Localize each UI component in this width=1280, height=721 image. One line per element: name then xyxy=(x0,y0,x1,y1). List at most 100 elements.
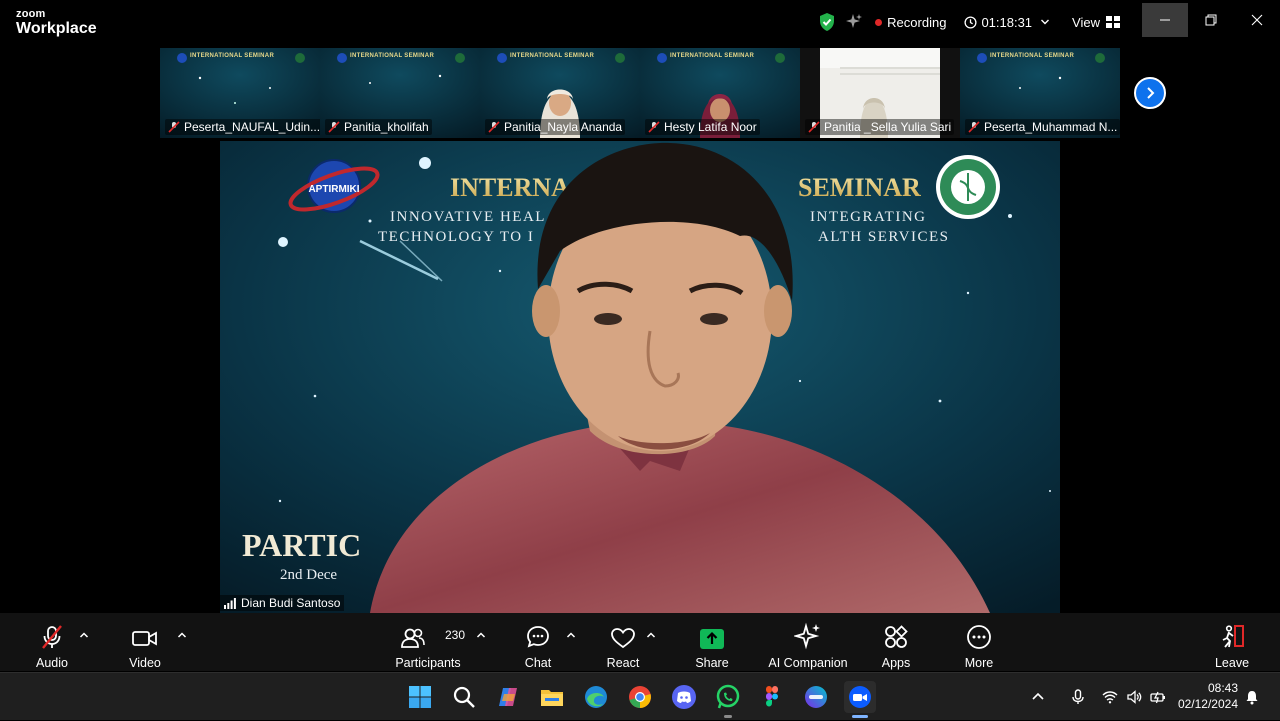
copilot-icon xyxy=(499,688,517,706)
participant-thumbnail[interactable]: Panitia _Sella Yulia Sari xyxy=(800,48,960,138)
participants-button[interactable]: Participants xyxy=(392,613,464,671)
ai-sparkle-icon[interactable] xyxy=(845,13,863,31)
notification-bell-icon[interactable] xyxy=(1244,689,1260,705)
speaker-video-frame: APTIRMIKI INTERNA SEMINAR INNOVATIVE HEA… xyxy=(220,141,1060,613)
volume-icon[interactable] xyxy=(1126,689,1142,705)
close-window-button[interactable] xyxy=(1234,3,1280,37)
participant-thumbnail[interactable]: INTERNATIONAL SEMINAR Panitia_Nayla Anan… xyxy=(480,48,640,138)
active-speaker-video[interactable]: APTIRMIKI INTERNA SEMINAR INNOVATIVE HEA… xyxy=(220,141,1060,613)
taskbar-clock[interactable]: 08:43 02/12/2024 xyxy=(1170,680,1238,712)
minimize-button[interactable] xyxy=(1142,3,1188,37)
logo-brand-top: zoom xyxy=(16,8,46,20)
thumbnail-banner: INTERNATIONAL SEMINAR xyxy=(510,53,595,59)
apps-icon xyxy=(885,625,908,648)
zoom-active-indicator xyxy=(852,715,868,718)
participant-name-tag: Hesty Latifa Noor xyxy=(645,119,760,135)
heart-react-icon xyxy=(611,628,635,649)
chat-button[interactable]: Chat xyxy=(518,613,558,671)
taskbar-edge[interactable] xyxy=(580,681,612,713)
react-button[interactable]: React xyxy=(603,613,643,671)
ai-sparkle-icon xyxy=(794,622,820,650)
share-label: Share xyxy=(695,656,729,670)
apps-button[interactable]: Apps xyxy=(876,613,916,671)
thumbnail-banner: INTERNATIONAL SEMINAR xyxy=(670,53,755,59)
microphone-icon[interactable] xyxy=(1070,689,1086,705)
organizer-logo-text: APTIRMIKI xyxy=(308,184,359,195)
react-options-caret-icon[interactable] xyxy=(646,630,656,640)
zoom-app-icon xyxy=(849,686,871,708)
banner-title-right: SEMINAR xyxy=(798,173,921,202)
timer-chevron-down-icon[interactable] xyxy=(1040,17,1050,27)
view-grid-icon[interactable] xyxy=(1106,16,1120,28)
folder-icon xyxy=(541,690,563,706)
system-tray xyxy=(1030,673,1166,721)
leave-button[interactable]: Leave xyxy=(1212,613,1252,671)
chat-label: Chat xyxy=(524,656,552,670)
participant-name: Panitia _Sella Yulia Sari xyxy=(824,120,952,134)
banner-subtitle-1-right: INTEGRATING xyxy=(810,209,926,225)
video-options-caret-icon[interactable] xyxy=(177,630,187,640)
audio-options-caret-icon[interactable] xyxy=(79,630,89,640)
title-bar: zoom Workplace Recording 01:18:31 View xyxy=(0,0,1280,44)
chat-bubble-icon xyxy=(527,626,549,648)
more-button[interactable]: More xyxy=(959,613,999,671)
more-label: More xyxy=(964,656,994,670)
thumbnail-banner: INTERNATIONAL SEMINAR xyxy=(990,53,1075,59)
wifi-icon[interactable] xyxy=(1102,689,1118,705)
taskbar-figma[interactable] xyxy=(756,681,788,713)
start-button[interactable] xyxy=(404,681,436,713)
participant-thumbnail[interactable]: INTERNATIONAL SEMINAR Hesty Latifa Noor xyxy=(640,48,800,138)
taskbar-time: 08:43 xyxy=(1207,681,1238,695)
participant-thumbnail[interactable]: INTERNATIONAL SEMINAR Peserta_NAUFAL_Udi… xyxy=(160,48,320,138)
canva-icon xyxy=(805,686,827,708)
audio-button[interactable]: Audio xyxy=(30,613,74,671)
signal-bars-icon xyxy=(224,597,236,609)
participant-name: Peserta_Muhammad N... xyxy=(984,120,1118,134)
view-button[interactable]: View xyxy=(1072,15,1100,30)
ai-companion-button[interactable]: AI Companion xyxy=(763,613,853,671)
chevron-right-icon xyxy=(1147,87,1155,99)
banner-subtitle-2-right: ALTH SERVICES xyxy=(818,229,950,245)
participants-options-caret-icon[interactable] xyxy=(476,630,486,640)
next-page-button[interactable] xyxy=(1134,77,1166,109)
battery-charging-icon[interactable] xyxy=(1150,689,1166,705)
taskbar-search-button[interactable] xyxy=(448,681,480,713)
recording-label[interactable]: Recording xyxy=(887,15,946,30)
taskbar-copilot[interactable] xyxy=(492,681,524,713)
close-icon xyxy=(1251,14,1263,26)
meeting-controls-toolbar: Audio Video Participants 230 Chat React xyxy=(0,613,1280,671)
video-button[interactable]: Video xyxy=(122,613,168,671)
speaker-name: Dian Budi Santoso xyxy=(241,596,341,610)
whatsapp-icon xyxy=(716,684,740,709)
tray-chevron-up-icon[interactable] xyxy=(1030,689,1046,705)
participant-thumbnail[interactable]: INTERNATIONAL SEMINAR Peserta_Muhammad N… xyxy=(960,48,1120,138)
video-camera-icon xyxy=(132,631,157,646)
participants-count: 230 xyxy=(445,628,466,642)
whatsapp-running-indicator xyxy=(724,715,732,718)
discord-icon xyxy=(672,685,696,709)
windows-taskbar: 08:43 02/12/2024 xyxy=(0,672,1280,720)
ai-companion-label: AI Companion xyxy=(768,656,848,670)
recording-dot-icon xyxy=(875,18,883,26)
restore-button[interactable] xyxy=(1188,3,1234,37)
muted-mic-icon xyxy=(488,121,500,133)
share-screen-icon xyxy=(700,629,724,649)
chrome-browser-icon xyxy=(629,686,651,708)
taskbar-whatsapp[interactable] xyxy=(712,681,744,713)
encryption-shield-icon[interactable] xyxy=(817,12,837,32)
participant-thumbnail-strip: INTERNATIONAL SEMINAR Peserta_NAUFAL_Udi… xyxy=(160,48,1120,138)
taskbar-canva[interactable] xyxy=(800,681,832,713)
chat-options-caret-icon[interactable] xyxy=(566,630,576,640)
taskbar-chrome[interactable] xyxy=(624,681,656,713)
thumbnail-banner: INTERNATIONAL SEMINAR xyxy=(190,53,275,59)
taskbar-file-explorer[interactable] xyxy=(536,681,568,713)
thumbnail-banner: INTERNATIONAL SEMINAR xyxy=(350,53,435,59)
participant-name: Hesty Latifa Noor xyxy=(664,120,757,134)
clock-icon xyxy=(964,15,977,29)
participant-name-tag: Panitia_Nayla Ananda xyxy=(485,119,626,135)
muted-mic-icon xyxy=(808,121,820,133)
share-button[interactable]: Share xyxy=(692,613,732,671)
taskbar-discord[interactable] xyxy=(668,681,700,713)
taskbar-zoom[interactable] xyxy=(844,681,876,713)
participant-thumbnail[interactable]: INTERNATIONAL SEMINAR Panitia_kholifah xyxy=(320,48,480,138)
